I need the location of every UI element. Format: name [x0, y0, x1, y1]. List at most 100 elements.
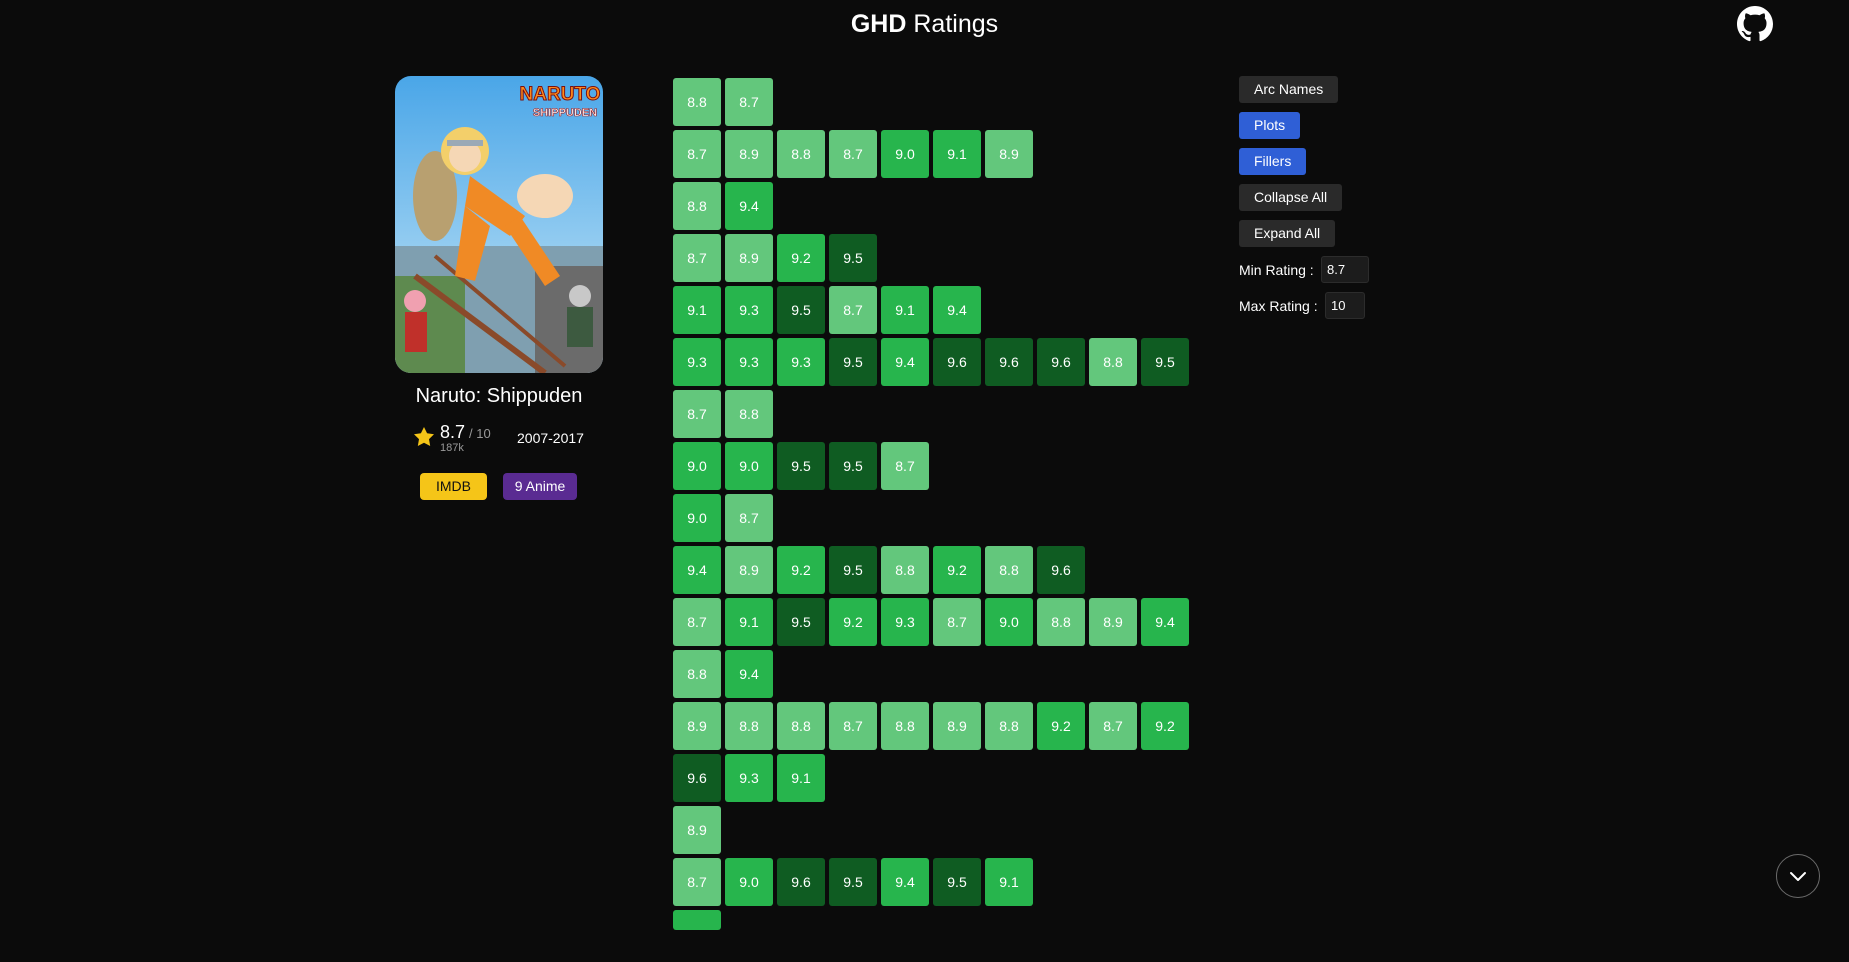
imdb-link[interactable]: IMDB — [420, 473, 487, 500]
episode-rating-cell[interactable]: 8.8 — [673, 650, 721, 698]
episode-rating-cell[interactable]: 8.7 — [673, 858, 721, 906]
episode-rating-cell[interactable]: 9.1 — [777, 754, 825, 802]
episode-rating-cell[interactable]: 8.8 — [673, 78, 721, 126]
max-rating-input[interactable]: 10 — [1325, 292, 1365, 319]
episode-rating-cell[interactable]: 8.9 — [725, 234, 773, 282]
episode-rating-cell[interactable]: 8.7 — [881, 442, 929, 490]
episode-rating-cell[interactable]: 9.5 — [933, 858, 981, 906]
episode-rating-cell[interactable]: 8.9 — [725, 130, 773, 178]
episode-rating-cell[interactable]: 9.3 — [673, 338, 721, 386]
episode-rating-cell[interactable]: 8.7 — [673, 598, 721, 646]
episode-rating-cell[interactable]: 9.6 — [777, 858, 825, 906]
episode-rating-cell[interactable]: 9.6 — [985, 338, 1033, 386]
episode-rating-cell[interactable]: 9.5 — [829, 234, 877, 282]
github-link[interactable] — [1737, 6, 1773, 42]
episode-rating-cell[interactable]: 8.8 — [881, 546, 929, 594]
episode-rating-cell[interactable]: 9.5 — [777, 598, 825, 646]
episode-rating-cell[interactable]: 9.4 — [673, 546, 721, 594]
ratings-row: 8.8 8.7 — [673, 78, 1193, 126]
episode-rating-cell[interactable]: 9.6 — [933, 338, 981, 386]
episode-rating-cell[interactable]: 9.6 — [673, 754, 721, 802]
rating-score: 8.7 — [440, 422, 466, 442]
episode-rating-cell[interactable]: 9.5 — [777, 286, 825, 334]
episode-rating-cell[interactable]: 9.0 — [985, 598, 1033, 646]
episode-rating-cell[interactable]: 8.7 — [673, 130, 721, 178]
episode-rating-cell[interactable]: 8.8 — [725, 390, 773, 438]
episode-rating-cell[interactable]: 9.5 — [777, 442, 825, 490]
episode-rating-cell[interactable]: 9.3 — [777, 338, 825, 386]
episode-rating-cell[interactable]: 9.6 — [1037, 338, 1085, 386]
episode-rating-cell[interactable]: 8.7 — [829, 286, 877, 334]
episode-rating-cell[interactable]: 9.5 — [829, 858, 877, 906]
episode-rating-cell[interactable]: 8.7 — [725, 78, 773, 126]
episode-rating-cell[interactable]: 9.4 — [881, 338, 929, 386]
episode-rating-cell[interactable]: 8.8 — [1089, 338, 1137, 386]
episode-rating-cell[interactable]: 9.0 — [881, 130, 929, 178]
episode-rating-cell[interactable]: 8.8 — [777, 130, 825, 178]
episode-rating-cell[interactable]: 9.1 — [933, 130, 981, 178]
min-rating-label: Min Rating : — [1239, 262, 1314, 278]
episode-rating-cell[interactable]: 8.7 — [673, 390, 721, 438]
ratings-row: 8.7 9.1 9.5 9.2 9.3 8.7 9.0 8.8 8.9 9.4 — [673, 598, 1193, 646]
episode-rating-cell[interactable]: 9.4 — [881, 858, 929, 906]
collapse-all-button[interactable]: Collapse All — [1239, 184, 1343, 211]
episode-rating-cell[interactable]: 8.7 — [829, 702, 877, 750]
episode-rating-cell[interactable]: 9.1 — [673, 286, 721, 334]
episode-rating-cell[interactable]: 8.7 — [933, 598, 981, 646]
episode-rating-cell[interactable]: 9.3 — [881, 598, 929, 646]
episode-rating-cell[interactable]: 9.2 — [1141, 702, 1189, 750]
episode-rating-cell[interactable]: 8.8 — [725, 702, 773, 750]
episode-rating-cell[interactable]: 9.5 — [829, 442, 877, 490]
episode-rating-cell[interactable]: 8.8 — [673, 182, 721, 230]
episode-rating-cell[interactable]: 9.4 — [725, 182, 773, 230]
fillers-button[interactable]: Fillers — [1239, 148, 1307, 175]
episode-rating-cell[interactable]: 9.0 — [725, 858, 773, 906]
episode-rating-cell[interactable]: 8.7 — [1089, 702, 1137, 750]
episode-rating-cell[interactable]: 9.5 — [1141, 338, 1189, 386]
plots-button[interactable]: Plots — [1239, 112, 1301, 139]
episode-rating-cell[interactable]: 9.2 — [829, 598, 877, 646]
episode-rating-cell[interactable]: 8.8 — [777, 702, 825, 750]
episode-rating-cell[interactable]: 9.4 — [725, 650, 773, 698]
episode-rating-cell[interactable]: 9.0 — [673, 494, 721, 542]
episode-rating-cell[interactable]: 9.0 — [673, 442, 721, 490]
episode-rating-cell[interactable]: 9.5 — [829, 546, 877, 594]
episode-rating-cell[interactable]: 9.2 — [777, 546, 825, 594]
episode-rating-cell[interactable]: 9.2 — [1037, 702, 1085, 750]
min-rating-input[interactable]: 8.7 — [1321, 256, 1369, 283]
episode-rating-cell[interactable]: 8.7 — [829, 130, 877, 178]
expand-all-button[interactable]: Expand All — [1239, 220, 1336, 247]
ratings-row: 8.7 8.9 9.2 9.5 — [673, 234, 1193, 282]
episode-rating-cell[interactable]: 8.9 — [985, 130, 1033, 178]
episode-rating-cell[interactable]: 9.3 — [725, 338, 773, 386]
rating-value: 8.7/ 10 — [440, 422, 491, 444]
episode-rating-cell[interactable]: 8.9 — [1089, 598, 1137, 646]
episode-rating-cell[interactable]: 8.7 — [673, 234, 721, 282]
episode-rating-cell[interactable]: 8.8 — [881, 702, 929, 750]
episode-rating-cell[interactable]: 8.9 — [673, 806, 721, 854]
episode-rating-cell[interactable]: 8.9 — [933, 702, 981, 750]
episode-rating-cell[interactable]: 9.3 — [725, 286, 773, 334]
episode-rating-cell[interactable]: 9.3 — [725, 754, 773, 802]
ratings-row: 9.0 9.0 9.5 9.5 8.7 — [673, 442, 1193, 490]
episode-rating-cell[interactable]: 8.8 — [1037, 598, 1085, 646]
episode-rating-cell[interactable]: 9.2 — [933, 546, 981, 594]
episode-rating-cell[interactable]: 9.6 — [1037, 546, 1085, 594]
episode-rating-cell[interactable]: 9.1 — [725, 598, 773, 646]
arc-names-button[interactable]: Arc Names — [1239, 76, 1339, 103]
episode-rating-cell[interactable]: 9.5 — [829, 338, 877, 386]
anime-link[interactable]: 9 Anime — [503, 473, 577, 500]
episode-rating-cell[interactable]: 8.9 — [673, 702, 721, 750]
episode-rating-cell[interactable]: 9.1 — [985, 858, 1033, 906]
episode-rating-cell[interactable]: 8.9 — [725, 546, 773, 594]
episode-rating-cell[interactable]: 9.0 — [725, 442, 773, 490]
episode-rating-cell[interactable]: 9.4 — [933, 286, 981, 334]
episode-rating-cell[interactable]: 8.8 — [985, 702, 1033, 750]
episode-rating-cell[interactable]: 8.8 — [985, 546, 1033, 594]
scroll-down-button[interactable] — [1776, 854, 1820, 898]
episode-rating-cell[interactable]: 9.1 — [881, 286, 929, 334]
episode-rating-cell[interactable] — [673, 910, 721, 930]
episode-rating-cell[interactable]: 9.2 — [777, 234, 825, 282]
episode-rating-cell[interactable]: 8.7 — [725, 494, 773, 542]
episode-rating-cell[interactable]: 9.4 — [1141, 598, 1189, 646]
